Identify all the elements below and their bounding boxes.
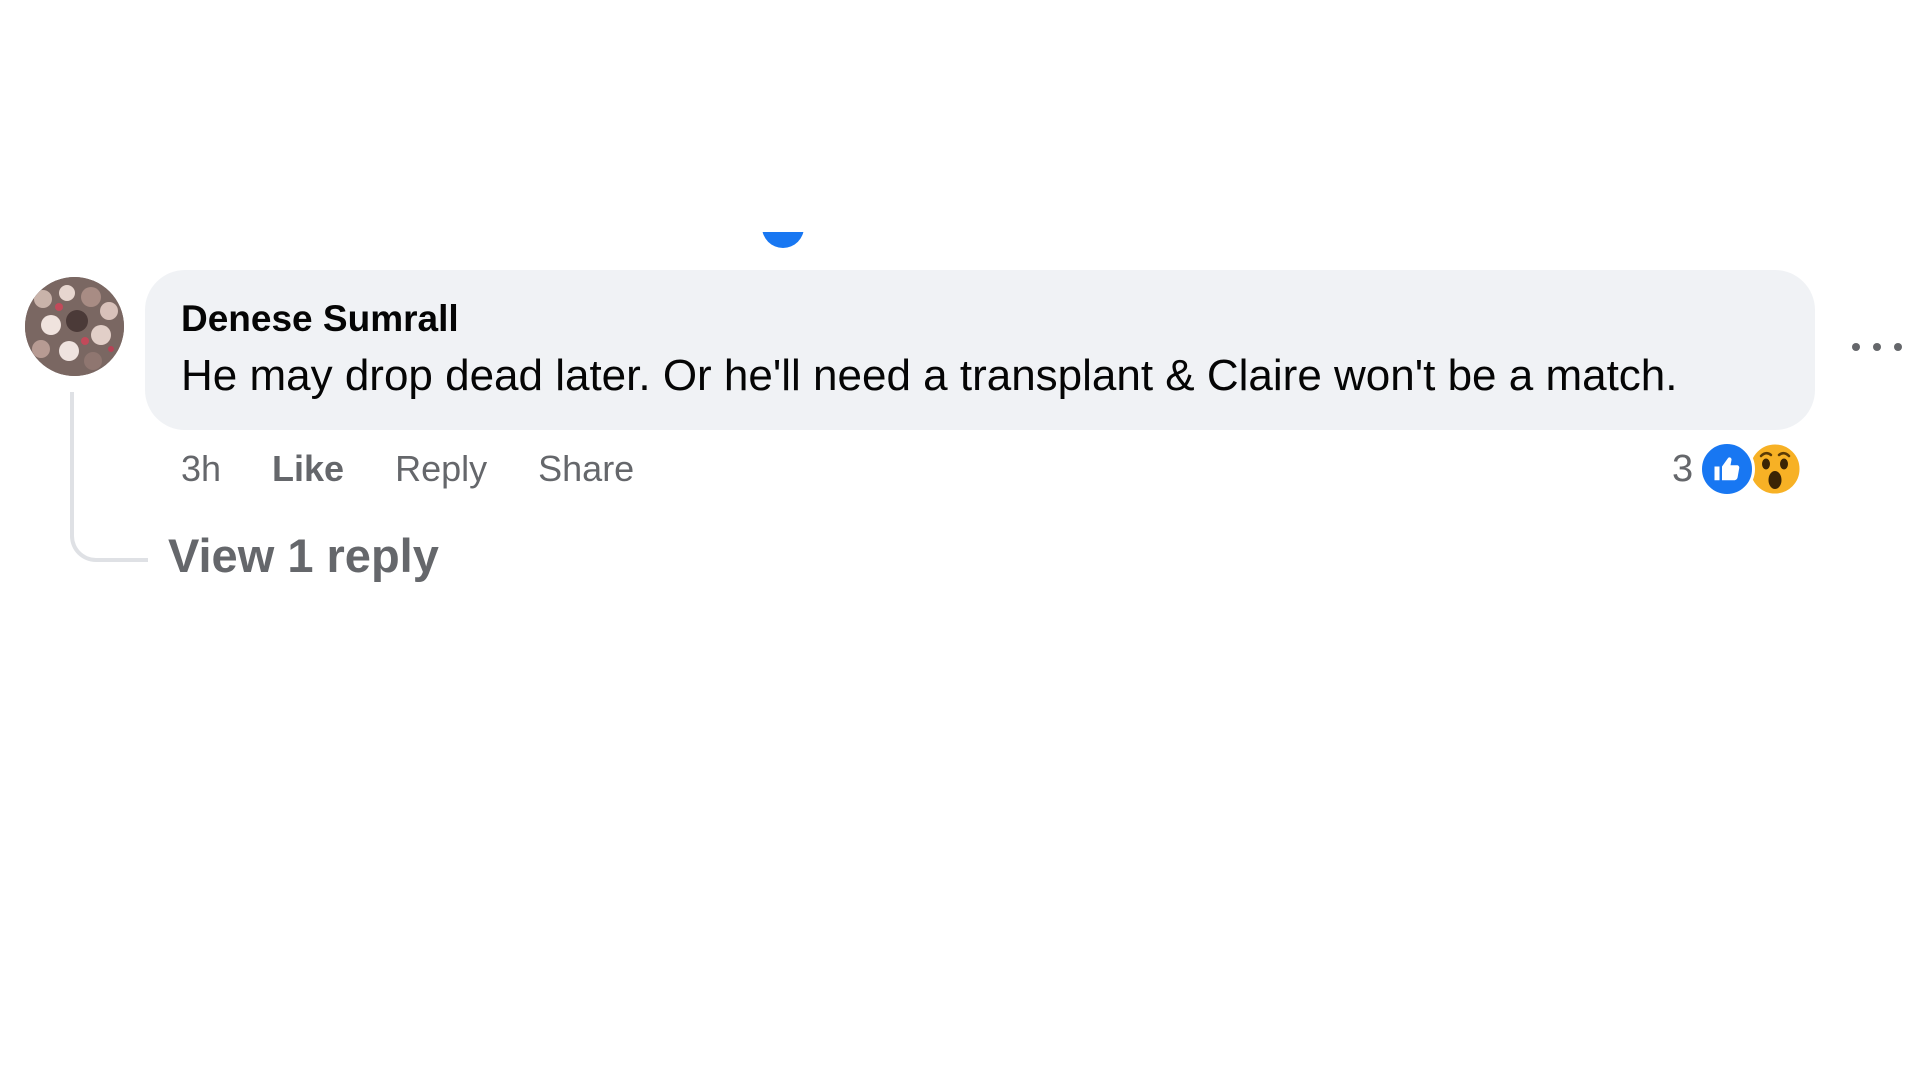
share-button[interactable]: Share [538,448,634,490]
reply-button[interactable]: Reply [395,448,487,490]
more-dot [1894,343,1902,351]
comment-text: He may drop dead later. Or he'll need a … [181,350,1678,400]
partial-reaction-icon [762,232,804,248]
more-options-button[interactable] [1852,334,1902,360]
wow-icon [1747,441,1803,497]
more-dot [1873,343,1881,351]
reactions-summary[interactable]: 3 [1672,440,1803,498]
like-icon [1699,441,1756,497]
reaction-count: 3 [1672,447,1694,490]
like-button[interactable]: Like [272,448,344,490]
view-replies-link[interactable]: View 1 reply [168,528,439,583]
avatar-photo-icon [25,277,124,376]
comment-stage: Denese Sumrall He may drop dead later. O… [0,0,1920,1080]
comment-author[interactable]: Denese Sumrall [181,298,1815,341]
more-horizontal-icon [1852,343,1860,351]
comment-timestamp[interactable]: 3h [181,448,221,490]
reply-thread-line [70,392,148,562]
comment-actions: 3h Like Reply Share [181,446,634,492]
comment-bubble: Denese Sumrall He may drop dead later. O… [145,270,1815,430]
avatar[interactable] [25,277,124,376]
